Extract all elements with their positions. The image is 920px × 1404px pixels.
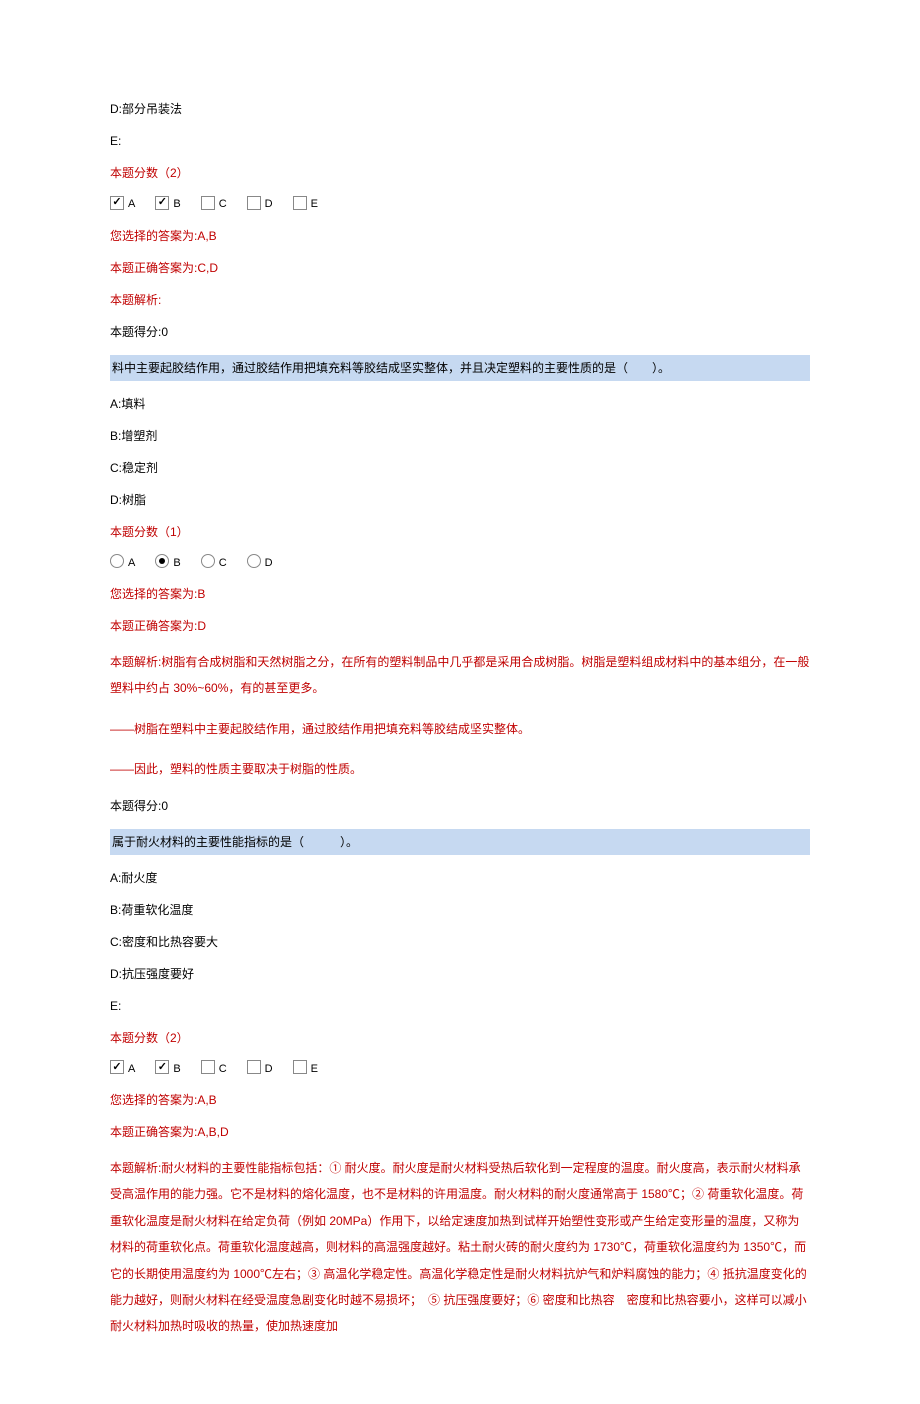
q1-option-d: D:部分吊装法 <box>110 100 810 118</box>
answer-label: C <box>219 555 227 572</box>
checkbox-icon[interactable] <box>247 1060 261 1074</box>
q2-selected-answer: 您选择的答案为:B <box>110 585 810 603</box>
answer-label: D <box>265 1061 273 1078</box>
checkbox-icon[interactable] <box>201 1060 215 1074</box>
radio-icon[interactable] <box>155 554 169 568</box>
checkbox-icon[interactable] <box>293 1060 307 1074</box>
explanation-text: 树脂有合成树脂和天然树脂之分，在所有的塑料制品中几乎都是采用合成树脂。树脂是塑料… <box>110 655 809 695</box>
q1-correct-answer: 本题正确答案为:C,D <box>110 259 810 277</box>
answer-label: D <box>265 555 273 572</box>
q3-option-c: C:密度和比热容要大 <box>110 933 810 951</box>
q1-selected-answer: 您选择的答案为:A,B <box>110 227 810 245</box>
answer-label: A <box>128 1061 135 1078</box>
q2-option-a: A:填料 <box>110 395 810 413</box>
q3-option-b: B:荷重软化温度 <box>110 901 810 919</box>
answer-label: C <box>219 1061 227 1078</box>
answer-label: D <box>265 196 273 213</box>
explanation-text: 耐火材料的主要性能指标包括：① 耐火度。耐火度是耐火材料受热后软化到一定程度的温… <box>110 1161 807 1333</box>
radio-icon[interactable] <box>247 554 261 568</box>
checkbox-icon[interactable] <box>247 196 261 210</box>
q2-explanation-line3: ——因此，塑料的性质主要取决于树脂的性质。 <box>110 756 810 782</box>
explanation-prefix: 本题解析: <box>110 655 161 669</box>
q1-score-label: 本题得分:0 <box>110 323 810 341</box>
q3-points-label: 本题分数（2） <box>110 1029 810 1047</box>
q3-explanation: 本题解析:耐火材料的主要性能指标包括：① 耐火度。耐火度是耐火材料受热后软化到一… <box>110 1155 810 1340</box>
checkbox-icon[interactable] <box>110 1060 124 1074</box>
checkbox-icon[interactable] <box>201 196 215 210</box>
explanation-prefix: 本题解析: <box>110 1161 161 1175</box>
answer-label: C <box>219 196 227 213</box>
q3-answer-row: A B C D E <box>110 1061 810 1078</box>
q3-option-d: D:抗压强度要好 <box>110 965 810 983</box>
q3-option-e: E: <box>110 997 810 1015</box>
q2-explanation-line2: ——树脂在塑料中主要起胶结作用，通过胶结作用把填充料等胶结成坚实整体。 <box>110 716 810 742</box>
q3-correct-answer: 本题正确答案为:A,B,D <box>110 1123 810 1141</box>
q1-option-e: E: <box>110 132 810 150</box>
q2-explanation: 本题解析:树脂有合成树脂和天然树脂之分，在所有的塑料制品中几乎都是采用合成树脂。… <box>110 649 810 702</box>
answer-label: B <box>173 1061 180 1078</box>
q3-selected-answer: 您选择的答案为:A,B <box>110 1091 810 1109</box>
q2-answer-row: A B C D <box>110 555 810 572</box>
q2-option-c: C:稳定剂 <box>110 459 810 477</box>
answer-label: E <box>311 1061 318 1078</box>
answer-label: A <box>128 555 135 572</box>
radio-icon[interactable] <box>110 554 124 568</box>
answer-label: E <box>311 196 318 213</box>
checkbox-icon[interactable] <box>110 196 124 210</box>
answer-label: B <box>173 196 180 213</box>
q2-option-b: B:增塑剂 <box>110 427 810 445</box>
q2-option-d: D:树脂 <box>110 491 810 509</box>
q3-question: 属于耐火材料的主要性能指标的是（ ）。 <box>110 829 810 855</box>
q1-points-label: 本题分数（2） <box>110 164 810 182</box>
radio-icon[interactable] <box>201 554 215 568</box>
q2-score-label: 本题得分:0 <box>110 797 810 815</box>
q2-points-label: 本题分数（1） <box>110 523 810 541</box>
q1-explanation-label: 本题解析: <box>110 291 810 309</box>
q3-option-a: A:耐火度 <box>110 869 810 887</box>
answer-label: B <box>173 555 180 572</box>
q1-answer-row: A B C D E <box>110 196 810 213</box>
checkbox-icon[interactable] <box>155 1060 169 1074</box>
checkbox-icon[interactable] <box>293 196 307 210</box>
checkbox-icon[interactable] <box>155 196 169 210</box>
answer-label: A <box>128 196 135 213</box>
q2-correct-answer: 本题正确答案为:D <box>110 617 810 635</box>
q2-question: 料中主要起胶结作用，通过胶结作用把填充料等胶结成坚实整体，并且决定塑料的主要性质… <box>110 355 810 381</box>
